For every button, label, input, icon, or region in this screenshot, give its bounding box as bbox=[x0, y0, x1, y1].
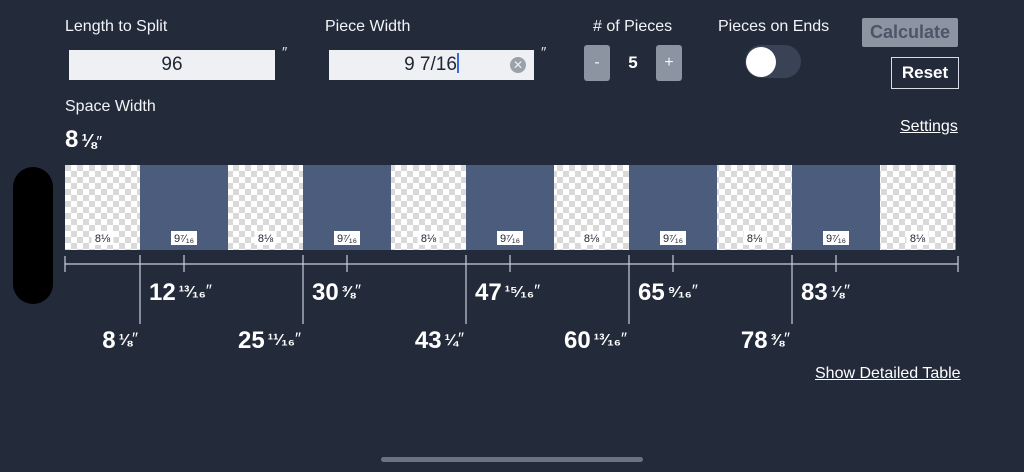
edge-unit: ″ bbox=[457, 329, 464, 348]
center-whole: 30 bbox=[312, 279, 339, 306]
center-measurement: 30 ⅜″ bbox=[312, 279, 361, 307]
piece-segment-label: 9⁷⁄₁₆ bbox=[174, 233, 194, 245]
edge-measurement: 25 ¹¹⁄₁₆″ bbox=[238, 327, 301, 355]
space-segment-label: 8⅛ bbox=[258, 233, 274, 245]
space-segment-label: 8⅛ bbox=[747, 233, 763, 245]
center-unit: ″ bbox=[534, 281, 541, 300]
piece-segment-label: 9⁷⁄₁₆ bbox=[663, 233, 683, 245]
center-measurement: 12 ¹³⁄₁₆″ bbox=[149, 279, 212, 307]
center-unit: ″ bbox=[355, 281, 362, 300]
edge-whole: 8 bbox=[102, 327, 116, 354]
space-segment-label: 8⅛ bbox=[584, 233, 600, 245]
space-segment-label: 8⅛ bbox=[95, 233, 111, 245]
edge-unit: ″ bbox=[131, 329, 138, 348]
center-whole: 65 bbox=[638, 279, 665, 306]
center-whole: 83 bbox=[801, 279, 828, 306]
edge-fraction: ⅜ bbox=[770, 332, 784, 349]
center-whole: 47 bbox=[475, 279, 502, 306]
edge-measurement: 78 ⅜″ bbox=[741, 327, 790, 355]
center-fraction: ¹⁵⁄₁₆ bbox=[504, 284, 535, 301]
edge-unit: ″ bbox=[783, 329, 790, 348]
edge-measurement: 60 ¹³⁄₁₆″ bbox=[564, 327, 627, 355]
edge-fraction: ¹¹⁄₁₆ bbox=[267, 332, 295, 349]
edge-whole: 78 bbox=[740, 327, 768, 354]
center-fraction: ⁹⁄₁₆ bbox=[667, 284, 692, 301]
center-fraction: ¹³⁄₁₆ bbox=[178, 284, 206, 301]
edge-whole: 60 bbox=[564, 327, 591, 354]
edge-measurement: 8 ⅛″ bbox=[102, 327, 138, 355]
center-measurement: 83 ⅛″ bbox=[801, 279, 850, 307]
center-fraction: ⅜ bbox=[341, 284, 356, 301]
center-fraction: ⅛ bbox=[830, 284, 845, 301]
edge-fraction: ¹³⁄₁₆ bbox=[593, 332, 621, 349]
edge-fraction: ⅛ bbox=[118, 332, 132, 349]
edge-whole: 25 bbox=[238, 327, 265, 354]
center-unit: ″ bbox=[205, 281, 212, 300]
center-measurement: 65 ⁹⁄₁₆″ bbox=[638, 279, 698, 307]
home-indicator bbox=[381, 457, 643, 462]
edge-measurement: 43 ¼″ bbox=[415, 327, 464, 355]
center-whole: 12 bbox=[149, 279, 176, 306]
show-detailed-table-link[interactable]: Show Detailed Table bbox=[815, 365, 961, 383]
piece-segment-label: 9⁷⁄₁₆ bbox=[826, 233, 846, 245]
piece-segment-label: 9⁷⁄₁₆ bbox=[337, 233, 357, 245]
layout-diagram: 8⅛ 9⁷⁄₁₆ 8⅛ 9⁷⁄₁₆ 8⅛ 9⁷⁄₁₆ 8⅛ 9⁷⁄₁₆ 8⅛ 9⁷⁄₁₆ 8⅛ bbox=[64, 165, 959, 324]
edge-fraction: ¼ bbox=[444, 332, 458, 349]
center-measurement: 47 ¹⁵⁄₁₆″ bbox=[475, 279, 540, 307]
piece-segment-label: 9⁷⁄₁₆ bbox=[500, 233, 520, 245]
space-segment-label: 8⅛ bbox=[421, 233, 437, 245]
edge-whole: 43 bbox=[414, 327, 442, 354]
center-unit: ″ bbox=[844, 281, 851, 300]
space-segment-label: 8⅛ bbox=[910, 233, 926, 245]
edge-unit: ″ bbox=[294, 329, 301, 348]
edge-unit: ″ bbox=[620, 329, 627, 348]
center-unit: ″ bbox=[691, 281, 698, 300]
